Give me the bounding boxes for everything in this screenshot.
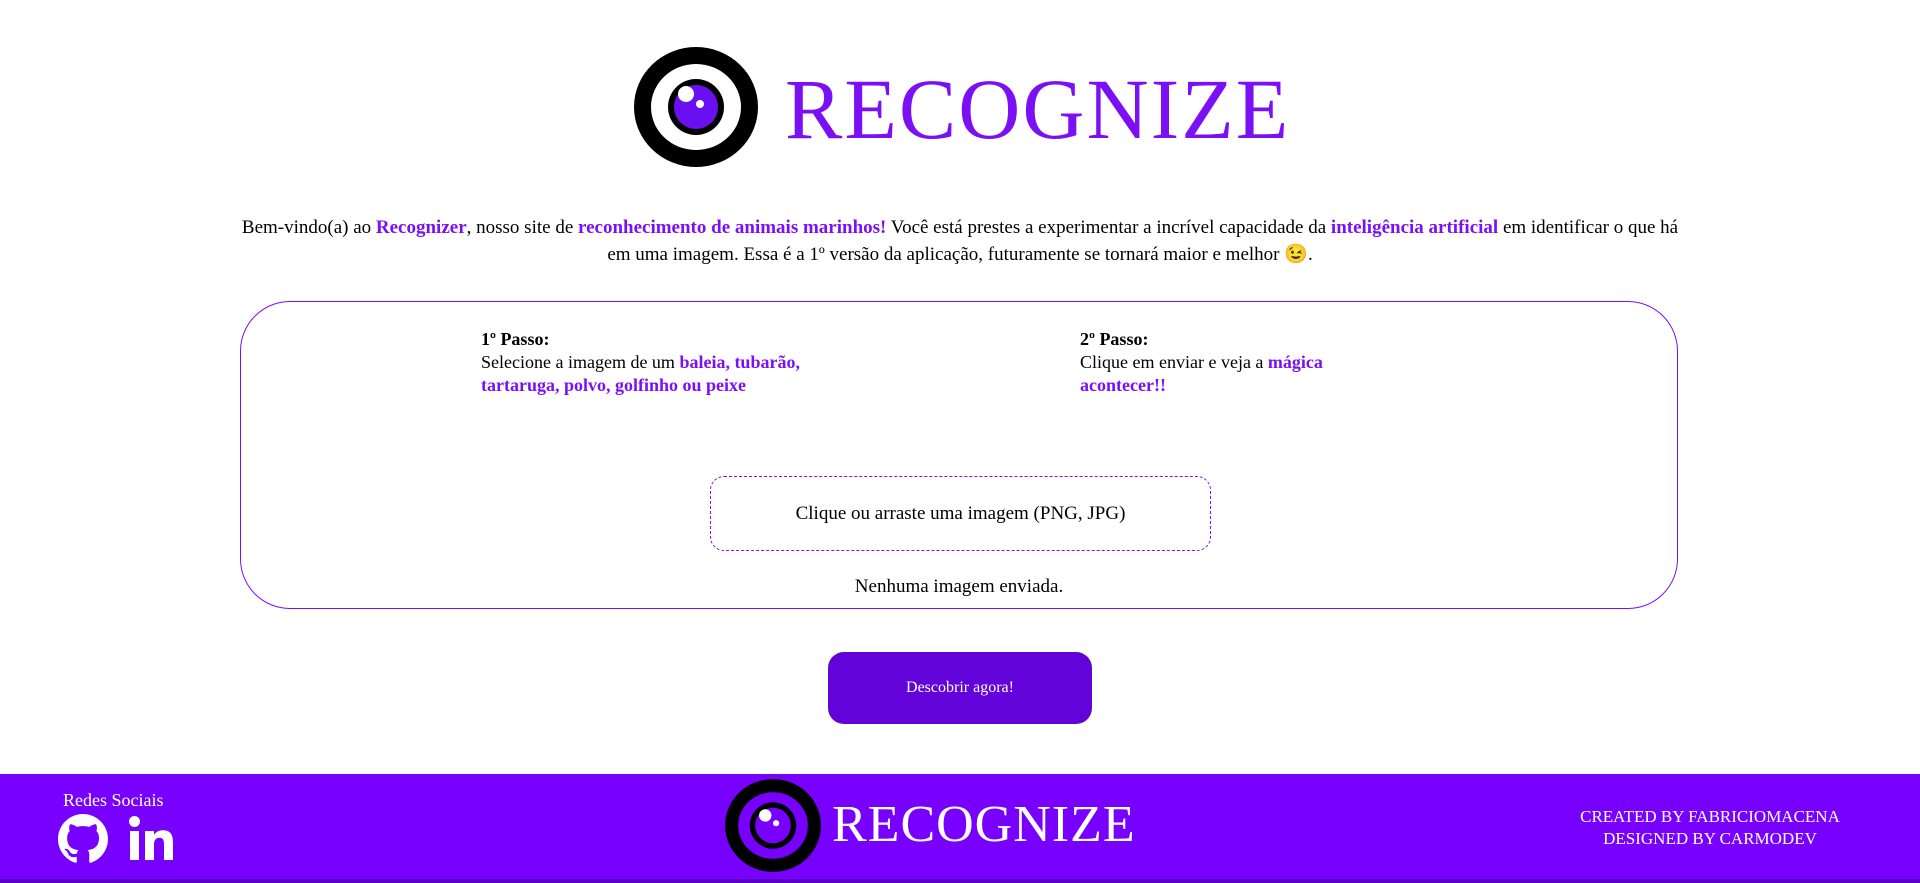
dropzone-label: Clique ou arraste uma imagem (PNG, JPG) <box>795 502 1126 524</box>
credits: CREATED BY FABRICIOMACENA DESIGNED BY CA… <box>1550 806 1870 850</box>
step-2-title: 2º Passo: <box>1080 329 1149 349</box>
upload-status: Nenhuma imagem enviada. <box>854 576 1064 597</box>
step-1-title: 1º Passo: <box>481 329 550 349</box>
step-2: 2º Passo: Clique em enviar e veja a mági… <box>1080 328 1400 397</box>
step-1-text: Selecione a imagem de um <box>481 352 680 372</box>
image-dropzone[interactable]: Clique ou arraste uma imagem (PNG, JPG) <box>710 476 1211 551</box>
intro-part: . <box>1307 244 1313 265</box>
eye-logo-icon <box>634 47 758 167</box>
step-1: 1º Passo: Selecione a imagem de um balei… <box>481 328 861 397</box>
wink-emoji-icon: 😉 <box>1284 244 1308 265</box>
footer-divider <box>0 879 1920 883</box>
credit-created-by: CREATED BY FABRICIOMACENA <box>1580 807 1840 826</box>
intro-text: Bem-vindo(a) ao Recognizer, nosso site d… <box>230 214 1690 268</box>
intro-highlight-marine: reconhecimento de animais marinhos! <box>578 217 887 238</box>
intro-part: , nosso site de <box>466 217 578 238</box>
discover-button[interactable]: Descobrir agora! <box>828 652 1092 724</box>
page: RECOGNIZE Bem-vindo(a) ao Recognizer, no… <box>0 0 1920 883</box>
social-links <box>58 814 178 864</box>
brand-title: RECOGNIZE <box>785 61 1291 157</box>
social-title: Redes Sociais <box>63 790 164 810</box>
intro-part: Bem-vindo(a) ao <box>241 217 376 238</box>
intro-highlight-ai: inteligência artificial <box>1330 217 1499 238</box>
credit-designed-by: DESIGNED BY CARMODEV <box>1603 829 1817 848</box>
intro-part: Você está prestes a experimentar a incrí… <box>886 217 1331 238</box>
steps-panel: 1º Passo: Selecione a imagem de um balei… <box>240 301 1678 609</box>
intro-highlight-recognizer: Recognizer <box>375 217 467 238</box>
github-icon[interactable] <box>58 814 108 864</box>
footer-brand-title: RECOGNIZE <box>832 796 1136 853</box>
step-2-text: Clique em enviar e veja a <box>1080 352 1268 372</box>
header: RECOGNIZE <box>0 0 1920 180</box>
footer: Redes Sociais RECOGNIZE CREATED BY FABRI… <box>0 774 1920 883</box>
footer-eye-logo-icon <box>725 779 821 872</box>
linkedin-icon[interactable] <box>128 814 178 864</box>
